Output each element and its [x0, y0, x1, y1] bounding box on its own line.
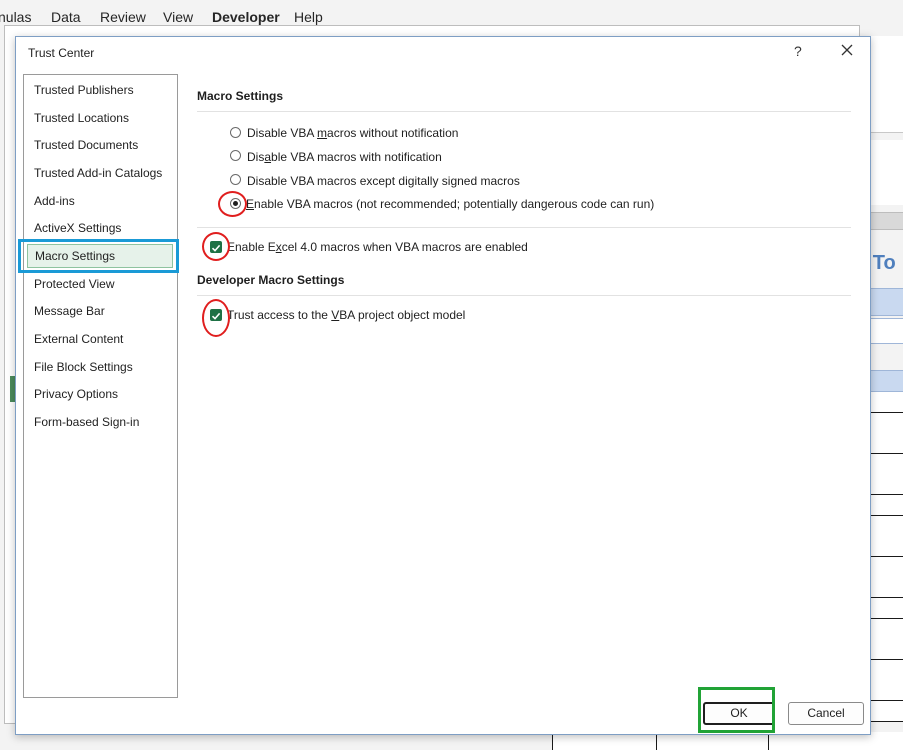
nav-item-trusted-publishers[interactable]: Trusted Publishers — [27, 78, 173, 102]
background-divider — [868, 132, 903, 133]
ribbon-tab-help[interactable]: Help — [294, 9, 323, 25]
checkbox-trust-vba-project[interactable] — [210, 309, 222, 321]
sheet-grid-row[interactable] — [868, 536, 903, 558]
section-divider — [197, 227, 851, 228]
nav-item-form-based-sign-in[interactable]: Form-based Sign-in — [27, 410, 173, 434]
sheet-grid-row[interactable] — [868, 598, 903, 619]
heading-divider — [197, 111, 851, 112]
column-header — [868, 212, 903, 230]
option-label-disable-without-notification[interactable]: Disable VBA macros without notification — [247, 126, 458, 140]
dialog-title: Trust Center — [28, 46, 95, 60]
sheet-grid-row[interactable] — [868, 495, 903, 516]
option-label-disable-except-signed[interactable]: Disable VBA macros except digitally sign… — [247, 174, 520, 188]
macro-settings-heading: Macro Settings — [197, 89, 284, 103]
checkbox-enable-excel4-macros[interactable] — [210, 241, 222, 253]
nav-item-external-content[interactable]: External Content — [27, 327, 173, 351]
sheet-grid-row[interactable] — [868, 433, 903, 455]
background-formula-area — [868, 140, 903, 205]
sheet-header-block — [868, 288, 903, 316]
option-label-enable-vba-macros[interactable]: Enable VBA macros (not recommended; pote… — [246, 197, 654, 211]
radio-disable-with-notification[interactable] — [230, 150, 241, 161]
sheet-grid-row[interactable] — [868, 453, 903, 475]
ribbon-tab-bar: nulas Data Review View Developer Help — [0, 0, 903, 26]
sheet-grid-row[interactable] — [868, 392, 903, 413]
nav-item-macro-settings[interactable]: Macro Settings — [27, 244, 173, 268]
sheet-grid-row[interactable] — [868, 412, 903, 434]
trust-center-dialog: Trust Center ? Trusted Publishers Truste… — [15, 36, 871, 735]
radio-disable-without-notification[interactable] — [230, 127, 241, 138]
ok-button[interactable]: OK — [703, 702, 775, 725]
nav-item-trusted-documents[interactable]: Trusted Documents — [27, 133, 173, 157]
sheet-grid-row[interactable] — [868, 474, 903, 496]
sheet-grid-row[interactable] — [868, 639, 903, 661]
help-icon[interactable]: ? — [794, 43, 802, 59]
sheet-grid-row[interactable] — [868, 659, 903, 681]
sheet-cell[interactable] — [868, 318, 903, 344]
sheet-grid-row[interactable] — [868, 680, 903, 702]
trust-center-nav: Trusted Publishers Trusted Locations Tru… — [23, 74, 178, 698]
sheet-grid-row[interactable] — [868, 701, 903, 722]
sheet-grid-row[interactable] — [868, 618, 903, 640]
checkbox-label-enable-excel4-macros[interactable]: Enable Excel 4.0 macros when VBA macros … — [227, 240, 528, 254]
nav-item-trusted-addin-catalogs[interactable]: Trusted Add-in Catalogs — [27, 161, 173, 185]
checkmark-icon — [211, 244, 221, 252]
radio-disable-except-signed[interactable] — [230, 174, 241, 185]
developer-macro-settings-heading: Developer Macro Settings — [197, 273, 345, 287]
sheet-grid-row[interactable] — [868, 556, 903, 578]
sheet-grid-row[interactable] — [868, 577, 903, 599]
checkbox-label-trust-vba-project[interactable]: Trust access to the VBA project object m… — [227, 308, 465, 322]
table-header — [868, 370, 903, 392]
nav-item-privacy-options[interactable]: Privacy Options — [27, 382, 173, 406]
nav-item-message-bar[interactable]: Message Bar — [27, 299, 173, 323]
option-label-disable-with-notification[interactable]: Disable VBA macros with notification — [247, 150, 442, 164]
nav-item-activex-settings[interactable]: ActiveX Settings — [27, 216, 173, 240]
radio-enable-vba-macros[interactable] — [230, 198, 241, 209]
checkmark-icon — [211, 312, 221, 320]
nav-item-file-block-settings[interactable]: File Block Settings — [27, 355, 173, 379]
developer-heading-divider — [197, 295, 851, 296]
ribbon-tab-view[interactable]: View — [163, 9, 193, 25]
ribbon-tab-formulas[interactable]: nulas — [0, 9, 31, 25]
background-ribbon-area — [868, 36, 903, 132]
ribbon-tab-developer[interactable]: Developer — [212, 9, 280, 25]
nav-item-protected-view[interactable]: Protected View — [27, 272, 173, 296]
nav-item-addins[interactable]: Add-ins — [27, 189, 173, 213]
sheet-grid-row[interactable] — [868, 515, 903, 537]
ribbon-tab-data[interactable]: Data — [51, 9, 81, 25]
radio-selected-dot — [233, 201, 238, 206]
ribbon-tab-review[interactable]: Review — [100, 9, 146, 25]
close-icon[interactable] — [838, 41, 856, 59]
nav-item-trusted-locations[interactable]: Trusted Locations — [27, 106, 173, 130]
cancel-button[interactable]: Cancel — [788, 702, 864, 725]
